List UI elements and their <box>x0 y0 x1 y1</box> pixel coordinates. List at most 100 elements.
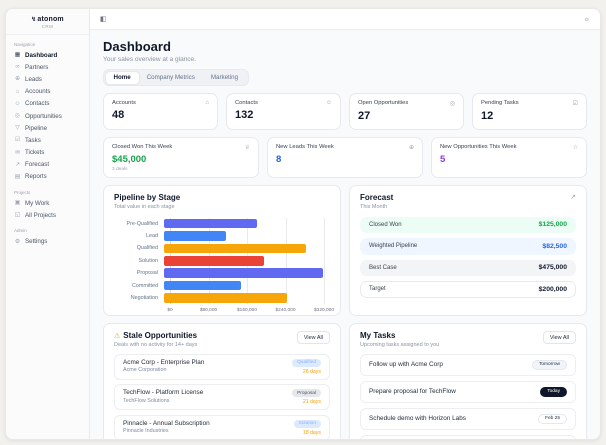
stale-opportunity-row[interactable]: Pinnacle - Annual Subscription Pinnacle I… <box>114 414 330 439</box>
x-tick-label: $160,000 <box>236 308 258 314</box>
chart-category-label: Pre-Qualified <box>126 220 158 227</box>
check-square-icon: ☑ <box>14 137 21 144</box>
x-tick-label: $80,000 <box>199 308 218 314</box>
due-badge: Tomorrow <box>531 359 567 370</box>
view-all-button[interactable]: View All <box>542 331 576 344</box>
lists-row: ⚠ Stale Opportunities Deals with no activ… <box>103 323 587 439</box>
ticket-icon: ✉ <box>15 149 20 156</box>
x-tick-label: $320,000 <box>313 308 335 314</box>
forecast-label: Weighted Pipeline <box>369 243 418 250</box>
forecast-row-target: Target $200,000 <box>360 281 576 298</box>
chart-category-label: Solution <box>138 257 158 264</box>
stat-card-open-opportunities: Open Opportunities ◎ 27 <box>349 93 464 130</box>
sidebar-item-label: Settings <box>25 238 48 246</box>
panel-title: Stale Opportunities <box>123 331 198 340</box>
chart-bar <box>164 231 226 241</box>
chart-bar-row: Qualified <box>114 242 330 254</box>
target-icon: ◎ <box>449 101 455 107</box>
panel-title: Forecast <box>360 193 394 202</box>
target-icon: ◎ <box>14 113 21 120</box>
sparkle-icon: ☆ <box>572 145 578 151</box>
chart-bar-row: Proposal <box>114 267 330 279</box>
chart-bar-track <box>164 243 324 254</box>
building-icon: ⌂ <box>205 100 209 106</box>
stat-card-row: Accounts ⌂ 48 Contacts ☺ 132 Open Opportun… <box>103 93 587 130</box>
forecast-row-closed-won: Closed Won $125,000 <box>360 216 576 233</box>
forecast-row-weighted-pipeline: Weighted Pipeline $82,500 <box>360 238 576 255</box>
sidebar-item-label: My Work <box>25 199 50 207</box>
dashboard-content: Dashboard Your sales overview at a glanc… <box>90 30 600 439</box>
panel-title: My Tasks <box>360 331 396 340</box>
brand[interactable]: ↯atonom CRM <box>6 9 89 35</box>
stat-value: 132 <box>235 109 254 121</box>
dashboard-tabs: Home Company Metrics Marketing <box>103 69 249 86</box>
sidebar-item-dashboard[interactable]: ▦ Dashboard <box>6 49 89 61</box>
task-row[interactable]: Review contract terms - Pinnacle Feb 27 <box>360 434 576 439</box>
new-opportunities-card: New Opportunities This Week ☆ 5 <box>431 137 587 178</box>
task-row[interactable]: Schedule demo with Horizon Labs Feb 25 <box>360 407 576 430</box>
chart-bar-track <box>164 256 324 266</box>
sidebar-item-forecast[interactable]: ↗ Forecast <box>6 159 89 171</box>
stale-list: Acme Corp - Enterprise Plan Acme Corporat… <box>114 353 330 439</box>
stat-label: Open Opportunities <box>358 100 409 106</box>
funnel-icon: ▽ <box>15 125 20 132</box>
sidebar-item-settings[interactable]: ⚙ Settings <box>6 235 89 247</box>
sidebar-item-accounts[interactable]: ⌂ Accounts <box>6 86 89 98</box>
forecast-rows: Closed Won $125,000 Weighted Pipeline $8… <box>360 216 576 298</box>
chart-bar-row: Lead <box>114 230 330 242</box>
handshake-icon: ∞ <box>15 64 20 71</box>
stat-label: New Leads This Week <box>276 144 334 150</box>
forecast-panel: Forecast This Month ↗ Closed Won $125,00… <box>349 185 587 316</box>
sidebar-item-label: Dashboard <box>25 51 58 59</box>
view-all-button[interactable]: View All <box>296 331 330 344</box>
sidebar-item-tasks[interactable]: ☑ Tasks <box>6 134 89 146</box>
sidebar-item-leads[interactable]: ⊕ Leads <box>6 73 89 85</box>
stale-opportunity-row[interactable]: TechFlow - Platform License TechFlow Solu… <box>114 384 330 410</box>
chart-bar <box>164 243 306 254</box>
nav-section-label: Navigation <box>14 42 36 47</box>
stage-badge: Proposal <box>292 389 321 397</box>
sidebar-toggle-icon[interactable]: ◧ <box>100 15 107 23</box>
tasks-list: Follow up with Acme Corp Tomorrow Prepar… <box>360 353 576 439</box>
task-name: Prepare proposal for TechFlow <box>369 388 456 395</box>
sidebar-item-label: Forecast <box>25 161 50 169</box>
chart-bar-track <box>164 268 324 279</box>
due-badge: Today <box>540 386 567 397</box>
gear-icon: ⚙ <box>14 238 21 245</box>
chart-category-label: Committed <box>131 282 158 289</box>
x-tick-label: $0 <box>167 308 173 314</box>
sidebar-nav: Navigation ▦ Dashboard ∞ Partners ⊕ Leads ⌂… <box>6 35 89 248</box>
sidebar-item-label: Partners <box>25 63 49 71</box>
sidebar-item-reports[interactable]: ▤ Reports <box>6 171 89 183</box>
sidebar-item-my-work[interactable]: ▣ My Work <box>6 197 89 209</box>
theme-toggle-icon[interactable]: ☼ <box>584 16 590 23</box>
stat-value: 8 <box>276 154 282 165</box>
chart-bar <box>164 268 323 279</box>
sidebar-item-contacts[interactable]: ☺ Contacts <box>6 98 89 110</box>
task-row[interactable]: Follow up with Acme Corp Tomorrow <box>360 353 576 376</box>
task-row[interactable]: Prepare proposal for TechFlow Today <box>360 380 576 403</box>
sidebar-item-partners[interactable]: ∞ Partners <box>6 61 89 73</box>
brand-name: atonom <box>37 16 64 23</box>
stale-opportunity-row[interactable]: Acme Corp - Enterprise Plan Acme Corporat… <box>114 353 330 380</box>
stat-label: Accounts <box>112 100 136 106</box>
sidebar-item-all-projects[interactable]: ◱ All Projects <box>6 209 89 221</box>
chart-bar-track <box>164 218 324 229</box>
warning-icon: ⚠ <box>114 332 121 340</box>
forecast-label: Best Case <box>369 264 397 271</box>
briefcase-icon: ▣ <box>14 200 21 207</box>
sidebar-item-opportunities[interactable]: ◎ Opportunities <box>6 110 89 122</box>
grid-icon: ▦ <box>14 52 21 59</box>
sidebar-item-tickets[interactable]: ✉ Tickets <box>6 147 89 159</box>
tab-home[interactable]: Home <box>105 71 139 84</box>
company-name: Pinnacle Industries <box>123 428 169 434</box>
user-plus-icon: ⊕ <box>408 145 414 151</box>
stat-sublabel: 3 deals <box>112 166 128 172</box>
pipeline-chart: Pre-Qualified Lead Qualified Solution Propos… <box>114 217 330 305</box>
users-icon: ☺ <box>14 100 21 107</box>
page-title: Dashboard <box>103 39 171 54</box>
sidebar-item-pipeline[interactable]: ▽ Pipeline <box>6 122 89 134</box>
sidebar-item-label: Tasks <box>25 136 41 144</box>
tab-marketing[interactable]: Marketing <box>203 72 246 84</box>
tab-company-metrics[interactable]: Company Metrics <box>139 72 203 84</box>
